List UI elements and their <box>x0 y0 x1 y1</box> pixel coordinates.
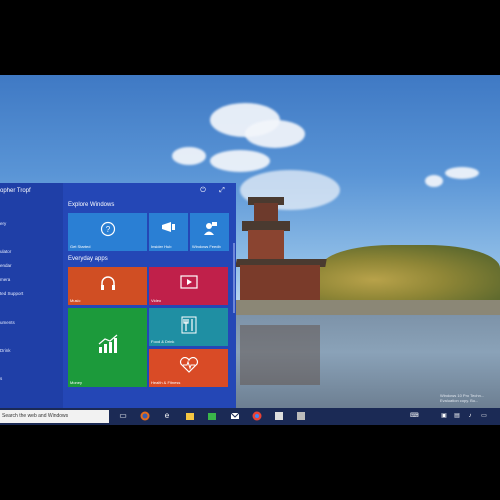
app-list-item[interactable]: Drink <box>0 348 11 353</box>
help-icon: ? <box>68 221 147 238</box>
app-list-item[interactable]: endar <box>0 263 12 268</box>
tile-get-started[interactable]: ? Get Started <box>68 213 147 251</box>
explorer-icon[interactable] <box>185 411 195 421</box>
firefox-icon[interactable] <box>140 411 150 421</box>
notifications-icon[interactable]: ▣ <box>440 412 448 420</box>
user-name[interactable]: opher Tropf <box>0 188 31 194</box>
app-list-item[interactable]: s <box>0 376 2 381</box>
tile-label: Insider Hub <box>151 244 172 249</box>
svg-text:?: ? <box>105 225 110 234</box>
mail-icon[interactable] <box>230 411 240 421</box>
tower <box>248 230 284 260</box>
volume-icon[interactable]: ♪ <box>466 412 474 420</box>
store-icon[interactable] <box>207 411 217 421</box>
settings-icon[interactable] <box>296 411 306 421</box>
section-everyday: Everyday apps <box>68 256 108 262</box>
moat-wall <box>236 300 500 316</box>
search-placeholder: Search the web and Windows <box>2 413 69 419</box>
search-box[interactable]: Search the web and Windows <box>0 410 109 423</box>
start-menu-left-pane: opher Tropf ery ulator endar mera ted Su… <box>0 183 63 408</box>
tile-label: Windows Feedb <box>192 244 221 249</box>
tile-music[interactable]: Music <box>68 267 147 305</box>
task-view-icon[interactable]: ▭ <box>118 411 128 421</box>
keyboard-icon[interactable]: ⌨ <box>410 412 419 420</box>
tower <box>254 203 278 223</box>
expand-icon[interactable]: ⤢ <box>218 187 226 195</box>
taskbar: Search the web and Windows ▭ e ⌨ ▣ ▤ ♪ ▭ <box>0 408 500 425</box>
tile-video[interactable]: Video <box>149 267 228 305</box>
trees <box>320 245 500 303</box>
cloud <box>445 167 479 179</box>
feedback-icon <box>190 221 229 238</box>
media-icon[interactable] <box>274 411 284 421</box>
app-list-item[interactable]: ery <box>0 221 6 226</box>
cloud <box>245 120 305 148</box>
letterbox-bottom <box>0 425 500 500</box>
tile-windows-feedback[interactable]: Windows Feedb <box>190 213 229 251</box>
app-list-item[interactable]: uments <box>0 320 15 325</box>
section-explore: Explore Windows <box>68 202 115 208</box>
tile-health-fitness[interactable]: Health & Fitness <box>149 349 228 387</box>
tile-label: Health & Fitness <box>151 380 181 385</box>
start-scrollbar[interactable] <box>233 243 235 313</box>
letterbox-top <box>0 0 500 75</box>
edge-icon[interactable]: e <box>162 411 172 421</box>
tile-food-drink[interactable]: Food & Drink <box>149 308 228 346</box>
chrome-icon[interactable] <box>252 411 262 421</box>
cloud <box>425 175 443 187</box>
app-list-item[interactable]: mera <box>0 277 10 282</box>
tile-label: Video <box>151 298 162 303</box>
megaphone-icon <box>149 221 188 234</box>
tile-label: Money <box>70 380 83 385</box>
cloud <box>210 150 270 172</box>
tile-insider-hub[interactable]: Insider Hub <box>149 213 188 251</box>
headphones-icon <box>68 275 147 292</box>
tile-label: Food & Drink <box>151 339 175 344</box>
heart-icon <box>149 356 228 374</box>
desktop-watermark: Windows 10 Pro Techn... Evaluation copy.… <box>440 393 485 403</box>
network-icon[interactable]: ▤ <box>453 412 461 420</box>
tile-label: Get Started <box>70 244 91 249</box>
chart-icon <box>68 334 147 355</box>
tile-label: Music <box>70 298 81 303</box>
tower <box>240 265 320 301</box>
action-center-icon[interactable]: ▭ <box>480 412 488 420</box>
power-icon[interactable]: ⏻ <box>199 187 207 195</box>
utensils-icon <box>149 316 228 335</box>
app-list-item[interactable]: ted Support <box>0 291 23 296</box>
tile-money[interactable]: Money <box>68 308 147 387</box>
cloud <box>172 147 206 165</box>
start-menu: opher Tropf ery ulator endar mera ted Su… <box>0 183 236 408</box>
app-list-item[interactable]: ulator <box>0 249 11 254</box>
video-icon <box>149 275 228 290</box>
tower-reflection <box>240 325 320 385</box>
